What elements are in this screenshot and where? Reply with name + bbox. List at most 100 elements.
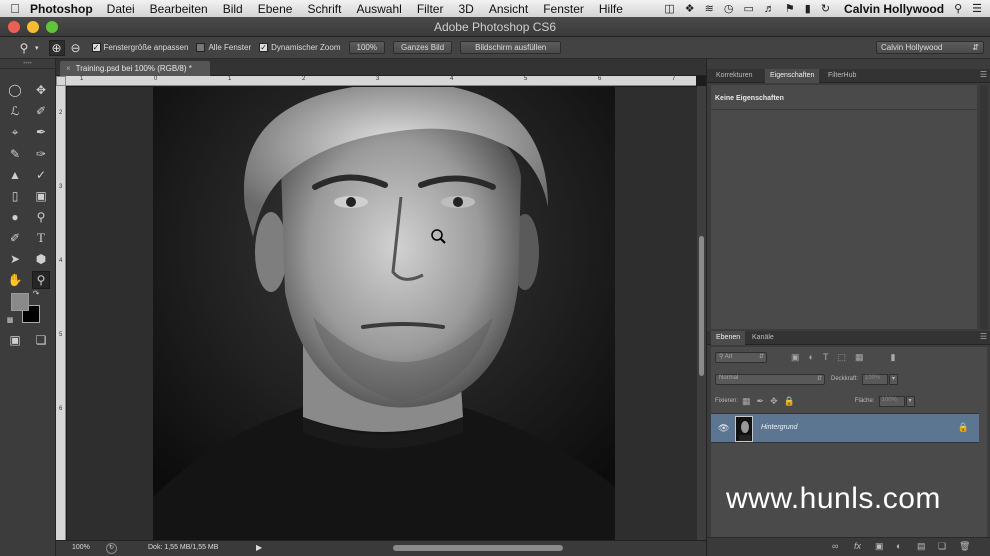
menu-bearbeiten[interactable]: Bearbeiten (150, 2, 208, 16)
fenstergroesse-checkbox[interactable]: ✓ Fenstergröße anpassen (91, 43, 188, 52)
opacity-input[interactable]: 100% (862, 373, 889, 385)
lock-position-icon[interactable]: ✥ (770, 396, 778, 407)
menu-filter[interactable]: Filter (417, 2, 444, 16)
apple-menu-icon[interactable]:  (0, 1, 30, 16)
horizontal-scrollbar-thumb[interactable] (393, 545, 563, 551)
type-tool-icon[interactable]: T (32, 229, 50, 247)
ganzes-bild-button[interactable]: Ganzes Bild (392, 41, 453, 54)
close-tab-icon[interactable]: × (66, 64, 71, 73)
menu-3d[interactable]: 3D (458, 2, 473, 16)
brush-tool-icon[interactable]: ✑ (32, 145, 50, 163)
flag-icon[interactable]: ⚑ (785, 2, 795, 15)
filter-shape-icon[interactable]: ⬚ (837, 352, 846, 363)
zoom-tool-icon[interactable]: ⚲ (32, 271, 50, 289)
menu-schrift[interactable]: Schrift (307, 2, 341, 16)
lock-transparent-icon[interactable]: ▦ (742, 396, 751, 407)
eraser-tool-icon[interactable]: ▯ (6, 187, 24, 205)
layer-mask-icon[interactable]: ▣ (875, 541, 884, 552)
path-selection-tool-icon[interactable]: ➤ (6, 250, 24, 268)
display-icon[interactable]: ◫ (664, 2, 674, 15)
tab-filterhub[interactable]: FilterHub (823, 69, 861, 83)
adjustment-layer-icon[interactable]: ◐ (896, 541, 901, 551)
lock-all-icon[interactable]: 🔒 (784, 396, 795, 407)
shape-tool-icon[interactable]: ⬢ (32, 250, 50, 268)
user-name[interactable]: Calvin Hollywood (844, 2, 944, 16)
status-cycle-icon[interactable]: ↻ (106, 543, 117, 554)
menu-ansicht[interactable]: Ansicht (489, 2, 528, 16)
status-menu-arrow-icon[interactable]: ▶ (256, 543, 262, 552)
ruler-origin[interactable] (56, 76, 66, 86)
vertical-scrollbar[interactable] (697, 86, 706, 540)
new-layer-icon[interactable]: ❏ (938, 541, 946, 552)
marquee-tool-icon[interactable]: ◯ (6, 81, 24, 99)
delete-layer-trash-icon[interactable]: 🗑 (959, 541, 970, 552)
blur-tool-icon[interactable]: ● (6, 208, 24, 226)
spotlight-search-icon[interactable]: ⚲ (954, 2, 962, 15)
filter-pixel-icon[interactable]: ▣ (791, 352, 800, 363)
filter-adjustment-icon[interactable]: ◐ (809, 352, 814, 362)
new-group-folder-icon[interactable]: ▤ (917, 541, 926, 552)
scrollbar-thumb[interactable] (699, 236, 704, 376)
document-canvas[interactable] (67, 87, 697, 540)
layer-row-hintergrund[interactable]: 👁 Hintergrund 🔒 (711, 413, 979, 443)
layer-style-fx-icon[interactable]: fx (854, 541, 861, 551)
crop-tool-icon[interactable]: ⌖ (6, 123, 24, 141)
dynamischer-zoom-checkbox[interactable]: ✓ Dynamischer Zoom (259, 43, 341, 52)
opacity-dropdown-icon[interactable]: ▾ (889, 373, 899, 385)
lasso-tool-icon[interactable]: ℒ (6, 102, 24, 120)
quick-selection-tool-icon[interactable]: ✐ (32, 102, 50, 120)
menu-app-photoshop[interactable]: Photoshop (30, 2, 93, 16)
gradient-tool-icon[interactable]: ▣ (32, 187, 50, 205)
menu-fenster[interactable]: Fenster (543, 2, 584, 16)
default-colors-icon[interactable]: ▩ (5, 315, 15, 325)
lock-image-icon[interactable]: ✒ (757, 396, 765, 407)
menu-ebene[interactable]: Ebene (258, 2, 293, 16)
foreground-color-swatch[interactable] (11, 293, 29, 311)
healing-brush-tool-icon[interactable]: ✎ (6, 145, 24, 163)
link-layers-icon[interactable]: ∞ (832, 541, 838, 551)
zoom-level-field[interactable]: 100% (72, 544, 90, 551)
wifi-icon[interactable]: ≋ (705, 2, 714, 15)
layer-filter-select[interactable]: ⚲ Art ⇵ (715, 351, 767, 363)
menu-bild[interactable]: Bild (223, 2, 243, 16)
tab-ebenen[interactable]: Ebenen (711, 331, 746, 345)
tab-korrekturen[interactable]: Korrekturen (711, 69, 758, 83)
menu-hilfe[interactable]: Hilfe (599, 2, 623, 16)
quick-mask-icon[interactable]: ▣ (6, 331, 24, 349)
panel-grip[interactable]: •••• (0, 59, 55, 69)
battery-icon[interactable]: ▮ (805, 2, 811, 15)
blend-mode-select[interactable]: Normal ⇵ (715, 373, 825, 385)
swap-colors-icon[interactable]: ↷ (31, 288, 41, 298)
time-machine-icon[interactable]: ◷ (724, 2, 734, 15)
workspace-select[interactable]: Calvin Hollywood ⇵ (876, 41, 984, 54)
hand-tool-icon[interactable]: ✋ (6, 271, 24, 289)
fill-dropdown-icon[interactable]: ▾ (905, 395, 915, 407)
vertical-ruler[interactable]: 2 3 4 5 6 (56, 86, 66, 540)
eyedropper-tool-icon[interactable]: ✒ (32, 123, 50, 141)
tab-kanaele[interactable]: Kanäle (747, 331, 779, 345)
dropbox-icon[interactable]: ❖ (685, 2, 695, 15)
visibility-eye-icon[interactable]: 👁 (718, 423, 729, 434)
panel-menu-icon[interactable]: ☰ (980, 70, 987, 79)
horizontal-ruler[interactable]: 1 0 1 2 3 4 5 6 7 (66, 76, 696, 86)
document-tab[interactable]: × Training.psd bei 100% (RGB/8) * (60, 61, 210, 76)
filter-smartobject-icon[interactable]: ▦ (855, 352, 864, 363)
panel-menu-icon[interactable]: ☰ (980, 332, 987, 341)
tab-eigenschaften[interactable]: Eigenschaften (765, 69, 820, 83)
menu-auswahl[interactable]: Auswahl (356, 2, 401, 16)
fill-input[interactable]: 100% (878, 395, 905, 407)
sync-icon[interactable]: ↻ (821, 2, 830, 15)
menu-datei[interactable]: Datei (107, 2, 135, 16)
zoom-in-icon[interactable]: ⊕ (48, 39, 65, 56)
screen-mode-icon[interactable]: ❏ (32, 331, 50, 349)
bildschirm-ausfuellen-button[interactable]: Bildschirm ausfüllen (460, 41, 562, 54)
portrait-photo[interactable] (153, 87, 615, 540)
zoom-100-button[interactable]: 100% (348, 41, 385, 54)
tool-preset-dropdown-icon[interactable]: ▾ (35, 44, 39, 52)
move-tool-icon[interactable]: ✥ (32, 81, 50, 99)
airplay-icon[interactable]: ▭ (743, 2, 753, 15)
volume-icon[interactable]: ♬ (764, 3, 775, 15)
zoom-tool-preset-icon[interactable]: ⚲ (16, 40, 32, 56)
dodge-tool-icon[interactable]: ⚲ (32, 208, 50, 226)
history-brush-tool-icon[interactable]: ✓ (32, 166, 50, 184)
